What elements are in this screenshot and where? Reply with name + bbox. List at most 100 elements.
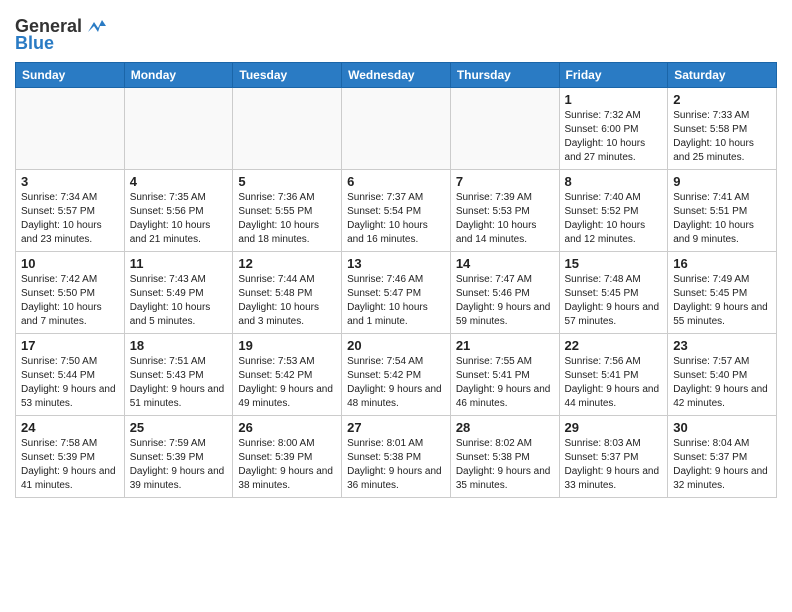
day-info: Sunrise: 7:42 AMSunset: 5:50 PMDaylight:… (21, 273, 119, 329)
calendar-header-friday: Friday (559, 63, 668, 88)
day-info: Sunrise: 7:33 AMSunset: 5:58 PMDaylight:… (673, 109, 771, 165)
day-info: Sunrise: 7:53 AMSunset: 5:42 PMDaylight:… (238, 355, 336, 411)
calendar-cell: 27 Sunrise: 8:01 AMSunset: 5:38 PMDayligh… (342, 416, 451, 498)
calendar-cell: 17 Sunrise: 7:50 AMSunset: 5:44 PMDayligh… (16, 334, 125, 416)
day-info: Sunrise: 7:58 AMSunset: 5:39 PMDaylight:… (21, 437, 119, 493)
calendar-cell: 5 Sunrise: 7:36 AMSunset: 5:55 PMDaylight… (233, 170, 342, 252)
day-number: 17 (21, 338, 119, 353)
day-number: 14 (456, 256, 554, 271)
day-number: 12 (238, 256, 336, 271)
calendar-cell: 12 Sunrise: 7:44 AMSunset: 5:48 PMDayligh… (233, 252, 342, 334)
day-info: Sunrise: 7:49 AMSunset: 5:45 PMDaylight:… (673, 273, 771, 329)
calendar-header-wednesday: Wednesday (342, 63, 451, 88)
page-header: General Blue (15, 10, 777, 54)
day-info: Sunrise: 7:48 AMSunset: 5:45 PMDaylight:… (565, 273, 663, 329)
day-number: 8 (565, 174, 663, 189)
day-number: 11 (130, 256, 228, 271)
calendar-header-thursday: Thursday (450, 63, 559, 88)
calendar-week-row: 17 Sunrise: 7:50 AMSunset: 5:44 PMDayligh… (16, 334, 777, 416)
day-info: Sunrise: 7:50 AMSunset: 5:44 PMDaylight:… (21, 355, 119, 411)
calendar-header-row: SundayMondayTuesdayWednesdayThursdayFrid… (16, 63, 777, 88)
day-info: Sunrise: 7:54 AMSunset: 5:42 PMDaylight:… (347, 355, 445, 411)
day-info: Sunrise: 8:04 AMSunset: 5:37 PMDaylight:… (673, 437, 771, 493)
logo-bird-icon (84, 18, 106, 36)
calendar-header-sunday: Sunday (16, 63, 125, 88)
calendar-cell: 6 Sunrise: 7:37 AMSunset: 5:54 PMDaylight… (342, 170, 451, 252)
logo: General Blue (15, 16, 106, 54)
calendar-cell: 14 Sunrise: 7:47 AMSunset: 5:46 PMDayligh… (450, 252, 559, 334)
day-info: Sunrise: 7:47 AMSunset: 5:46 PMDaylight:… (456, 273, 554, 329)
day-number: 23 (673, 338, 771, 353)
day-info: Sunrise: 8:03 AMSunset: 5:37 PMDaylight:… (565, 437, 663, 493)
day-number: 4 (130, 174, 228, 189)
day-number: 18 (130, 338, 228, 353)
day-info: Sunrise: 7:51 AMSunset: 5:43 PMDaylight:… (130, 355, 228, 411)
day-info: Sunrise: 7:57 AMSunset: 5:40 PMDaylight:… (673, 355, 771, 411)
day-number: 22 (565, 338, 663, 353)
day-info: Sunrise: 7:37 AMSunset: 5:54 PMDaylight:… (347, 191, 445, 247)
calendar-cell: 18 Sunrise: 7:51 AMSunset: 5:43 PMDayligh… (124, 334, 233, 416)
day-number: 25 (130, 420, 228, 435)
calendar-cell: 25 Sunrise: 7:59 AMSunset: 5:39 PMDayligh… (124, 416, 233, 498)
calendar-cell (342, 88, 451, 170)
day-number: 6 (347, 174, 445, 189)
calendar-header-tuesday: Tuesday (233, 63, 342, 88)
day-number: 16 (673, 256, 771, 271)
calendar-header-monday: Monday (124, 63, 233, 88)
calendar-week-row: 10Sunrise: 7:42 AMSunset: 5:50 PMDayligh… (16, 252, 777, 334)
day-number: 13 (347, 256, 445, 271)
calendar-cell: 1Sunrise: 7:32 AMSunset: 6:00 PMDaylight… (559, 88, 668, 170)
calendar-cell: 26Sunrise: 8:00 AMSunset: 5:39 PMDayligh… (233, 416, 342, 498)
calendar-cell: 30 Sunrise: 8:04 AMSunset: 5:37 PMDayligh… (668, 416, 777, 498)
day-number: 9 (673, 174, 771, 189)
day-number: 27 (347, 420, 445, 435)
calendar-cell (233, 88, 342, 170)
calendar-cell: 20 Sunrise: 7:54 AMSunset: 5:42 PMDayligh… (342, 334, 451, 416)
calendar-cell (124, 88, 233, 170)
day-number: 24 (21, 420, 119, 435)
day-info: Sunrise: 8:01 AMSunset: 5:38 PMDaylight:… (347, 437, 445, 493)
day-number: 30 (673, 420, 771, 435)
day-number: 21 (456, 338, 554, 353)
day-info: Sunrise: 7:44 AMSunset: 5:48 PMDaylight:… (238, 273, 336, 329)
day-info: Sunrise: 7:41 AMSunset: 5:51 PMDaylight:… (673, 191, 771, 247)
calendar-week-row: 24 Sunrise: 7:58 AMSunset: 5:39 PMDayligh… (16, 416, 777, 498)
day-number: 15 (565, 256, 663, 271)
day-number: 29 (565, 420, 663, 435)
calendar-cell (16, 88, 125, 170)
calendar-cell: 16 Sunrise: 7:49 AMSunset: 5:45 PMDayligh… (668, 252, 777, 334)
day-info: Sunrise: 7:36 AMSunset: 5:55 PMDaylight:… (238, 191, 336, 247)
calendar-cell: 29 Sunrise: 8:03 AMSunset: 5:37 PMDayligh… (559, 416, 668, 498)
calendar-cell: 23 Sunrise: 7:57 AMSunset: 5:40 PMDayligh… (668, 334, 777, 416)
day-info: Sunrise: 7:55 AMSunset: 5:41 PMDaylight:… (456, 355, 554, 411)
logo-blue-text: Blue (15, 33, 54, 54)
calendar-cell: 7 Sunrise: 7:39 AMSunset: 5:53 PMDaylight… (450, 170, 559, 252)
day-info: Sunrise: 7:46 AMSunset: 5:47 PMDaylight:… (347, 273, 445, 329)
calendar-cell: 9 Sunrise: 7:41 AMSunset: 5:51 PMDaylight… (668, 170, 777, 252)
calendar-cell: 11Sunrise: 7:43 AMSunset: 5:49 PMDayligh… (124, 252, 233, 334)
day-number: 20 (347, 338, 445, 353)
day-info: Sunrise: 7:39 AMSunset: 5:53 PMDaylight:… (456, 191, 554, 247)
calendar-cell: 4Sunrise: 7:35 AMSunset: 5:56 PMDaylight… (124, 170, 233, 252)
day-number: 2 (673, 92, 771, 107)
day-number: 3 (21, 174, 119, 189)
day-info: Sunrise: 7:40 AMSunset: 5:52 PMDaylight:… (565, 191, 663, 247)
calendar-cell: 28 Sunrise: 8:02 AMSunset: 5:38 PMDayligh… (450, 416, 559, 498)
day-number: 28 (456, 420, 554, 435)
day-info: Sunrise: 7:56 AMSunset: 5:41 PMDaylight:… (565, 355, 663, 411)
day-info: Sunrise: 7:59 AMSunset: 5:39 PMDaylight:… (130, 437, 228, 493)
calendar-week-row: 1Sunrise: 7:32 AMSunset: 6:00 PMDaylight… (16, 88, 777, 170)
calendar-cell: 21 Sunrise: 7:55 AMSunset: 5:41 PMDayligh… (450, 334, 559, 416)
day-number: 7 (456, 174, 554, 189)
calendar-cell: 24 Sunrise: 7:58 AMSunset: 5:39 PMDayligh… (16, 416, 125, 498)
calendar-cell: 15 Sunrise: 7:48 AMSunset: 5:45 PMDayligh… (559, 252, 668, 334)
calendar-cell: 19 Sunrise: 7:53 AMSunset: 5:42 PMDayligh… (233, 334, 342, 416)
day-info: Sunrise: 8:02 AMSunset: 5:38 PMDaylight:… (456, 437, 554, 493)
calendar-table: SundayMondayTuesdayWednesdayThursdayFrid… (15, 62, 777, 498)
calendar-week-row: 3Sunrise: 7:34 AMSunset: 5:57 PMDaylight… (16, 170, 777, 252)
day-number: 5 (238, 174, 336, 189)
calendar-cell: 22 Sunrise: 7:56 AMSunset: 5:41 PMDayligh… (559, 334, 668, 416)
day-number: 19 (238, 338, 336, 353)
calendar-cell: 13 Sunrise: 7:46 AMSunset: 5:47 PMDayligh… (342, 252, 451, 334)
calendar-cell: 2 Sunrise: 7:33 AMSunset: 5:58 PMDaylight… (668, 88, 777, 170)
